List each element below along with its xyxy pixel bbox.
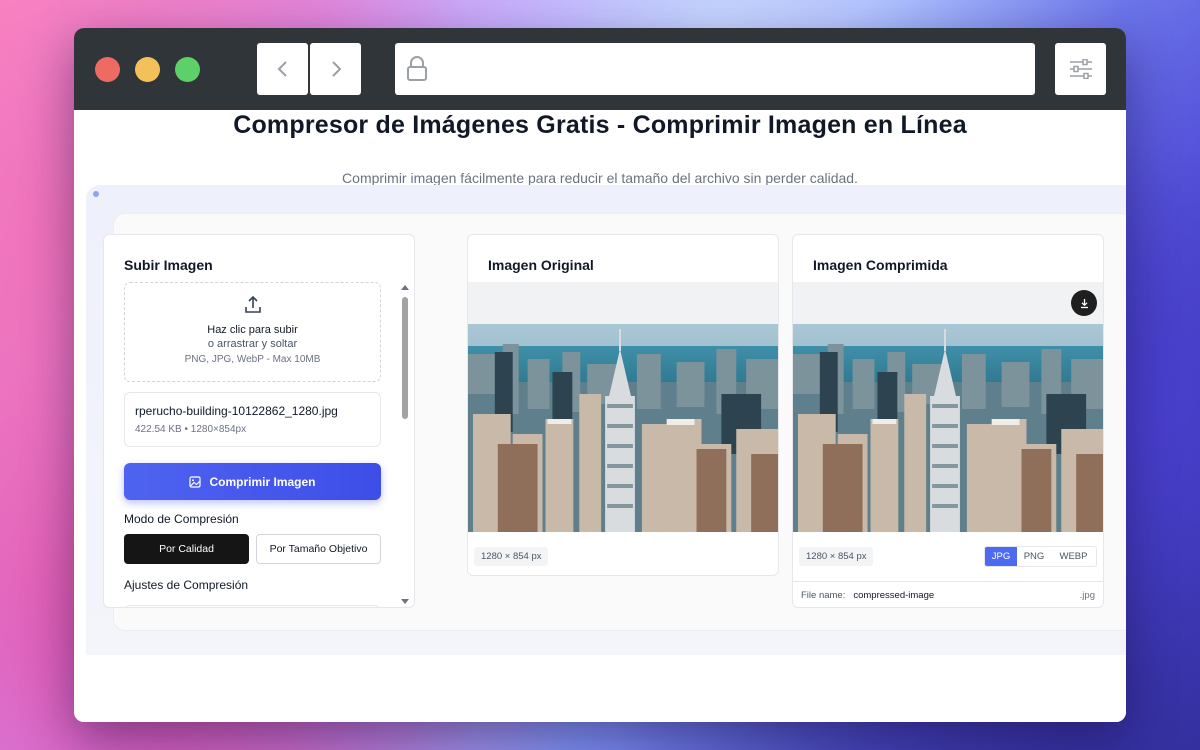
selected-file: rperucho-building-10122862_1280.jpg 422.… (124, 392, 381, 447)
download-button[interactable] (1071, 290, 1097, 316)
compression-mode-label: Modo de Compresión (124, 512, 239, 526)
compress-button-label: Comprimir Imagen (209, 474, 316, 489)
city-skyline-photo (468, 324, 778, 532)
scroll-up-icon[interactable] (401, 285, 409, 290)
download-icon (1080, 298, 1088, 308)
upload-card: Subir Imagen Haz clic para subir o arras… (103, 234, 415, 608)
dropzone-main-text: Haz clic para subir (207, 324, 298, 336)
upload-icon (245, 295, 261, 313)
chevron-left-icon (277, 61, 287, 77)
scroll-thumb[interactable] (402, 297, 408, 419)
address-bar[interactable] (395, 43, 1035, 95)
upload-dropzone[interactable]: Haz clic para subir o arrastrar y soltar… (124, 282, 381, 382)
original-dimensions: 1280 × 854 px (474, 547, 549, 566)
compress-button[interactable]: Comprimir Imagen (124, 463, 381, 500)
mode-target-size-button[interactable]: Por Tamaño Objetivo (256, 534, 381, 564)
sliders-icon (1069, 59, 1092, 79)
image-icon (189, 475, 202, 488)
compression-settings-label: Ajustes de Compresión (124, 578, 249, 592)
browser-window: Compresor de Imágenes Gratis - Comprimir… (74, 28, 1126, 722)
upload-title: Subir Imagen (124, 257, 213, 273)
original-title: Imagen Original (488, 257, 594, 273)
scroll-down-icon[interactable] (401, 599, 409, 604)
file-name: rperucho-building-10122862_1280.jpg (135, 404, 338, 418)
browser-titlebar (74, 28, 1126, 110)
format-jpg-button[interactable]: JPG (985, 547, 1017, 566)
original-preview (468, 282, 778, 532)
settings-button[interactable] (1055, 43, 1106, 95)
dropzone-sub-text: o arrastrar y soltar (207, 338, 298, 350)
format-png-button[interactable]: PNG (1017, 547, 1051, 566)
compressed-title: Imagen Comprimida (813, 257, 948, 273)
file-meta: 422.54 KB • 1280×854px (135, 424, 247, 435)
file-name-label: File name: (801, 590, 846, 601)
close-window-button[interactable] (95, 57, 120, 82)
upload-scrollbar[interactable] (400, 285, 410, 607)
decorative-dot (93, 191, 99, 197)
compressed-image-card: Imagen Comprimida 1280 × 854 px JPG PNG … (792, 234, 1104, 608)
mode-quality-button[interactable]: Por Calidad (124, 534, 249, 564)
format-selector: JPG PNG WEBP (984, 546, 1097, 567)
compressed-preview (793, 282, 1103, 532)
format-webp-button[interactable]: WEBP (1051, 547, 1096, 566)
chevron-right-icon (331, 61, 341, 77)
file-extension: .jpg (1079, 590, 1095, 601)
page-title: Compresor de Imágenes Gratis - Comprimir… (233, 111, 967, 139)
output-file-name-row: File name: .jpg (793, 581, 1103, 607)
lock-icon (407, 56, 427, 81)
minimize-window-button[interactable] (135, 57, 160, 82)
compressed-dimensions: 1280 × 854 px (799, 547, 874, 566)
forward-button[interactable] (310, 43, 361, 95)
original-image-card: Imagen Original 1280 × 854 px (467, 234, 779, 576)
dropzone-hint: PNG, JPG, WebP - Max 10MB (184, 354, 321, 365)
settings-panel (124, 605, 381, 607)
city-skyline-photo (793, 324, 1103, 532)
back-button[interactable] (257, 43, 308, 95)
file-name-input[interactable] (853, 590, 1054, 601)
maximize-window-button[interactable] (175, 57, 200, 82)
